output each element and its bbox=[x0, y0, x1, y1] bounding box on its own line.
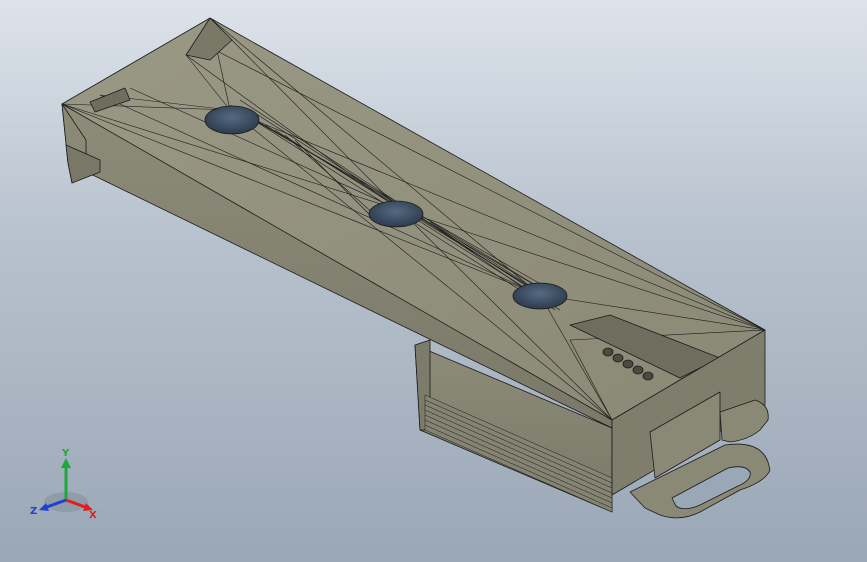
cad-viewport[interactable] bbox=[0, 0, 867, 562]
x-axis-label: X bbox=[89, 510, 97, 521]
z-axis-label: Z bbox=[30, 506, 37, 517]
hole-3 bbox=[512, 282, 568, 310]
y-axis-arrow bbox=[61, 458, 71, 468]
y-axis-label: Y bbox=[61, 448, 70, 459]
hole-1 bbox=[204, 105, 260, 135]
coordinate-triad: Y X Z bbox=[30, 448, 97, 521]
hole-2 bbox=[368, 200, 424, 228]
cad-model[interactable] bbox=[61, 17, 771, 519]
